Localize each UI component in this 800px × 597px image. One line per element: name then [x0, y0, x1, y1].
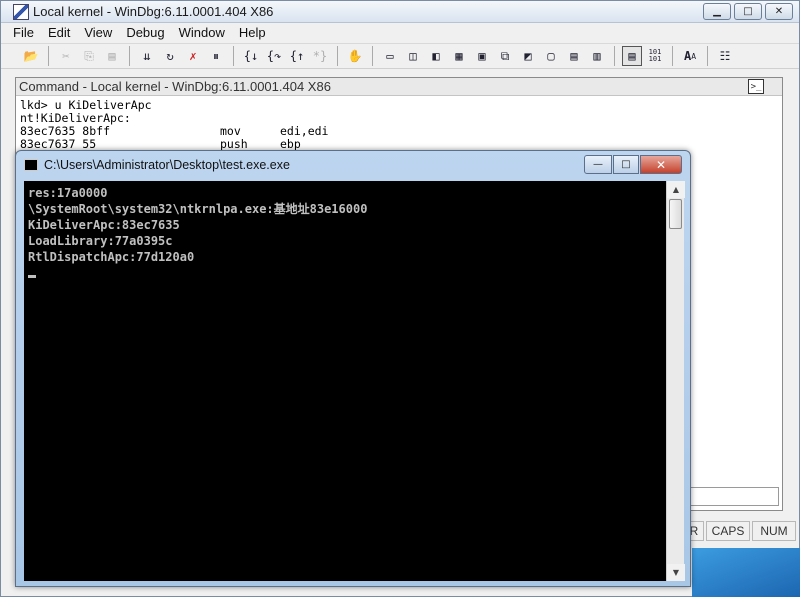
- scroll-down-icon: ▼: [672, 568, 680, 577]
- disassembly-icon[interactable]: ◩: [518, 46, 538, 66]
- hex-icon[interactable]: 101 101: [645, 46, 665, 66]
- scratch-pad-icon[interactable]: ▢: [541, 46, 561, 66]
- console-maximize-button[interactable]: □: [613, 155, 639, 174]
- menu-help[interactable]: Help: [239, 25, 266, 40]
- step-into-icon[interactable]: {↓: [241, 46, 261, 66]
- console-client-area[interactable]: res:17a0000 \SystemRoot\system32\ntkrnlp…: [24, 181, 685, 581]
- command-output-line: lkd> u KiDeliverApc: [20, 98, 152, 112]
- console-app-icon: [24, 159, 38, 171]
- minimize-icon: —: [593, 159, 603, 170]
- console-line: LoadLibrary:77a0395c: [28, 234, 173, 248]
- command-output-line: nt!KiDeliverApc:: [20, 111, 131, 125]
- menu-file[interactable]: File: [13, 25, 34, 40]
- command-icon[interactable]: ▭: [380, 46, 400, 66]
- close-icon: ✕: [655, 157, 667, 172]
- copy-icon[interactable]: ⎘: [79, 46, 99, 66]
- command-window-titlebar[interactable]: Command - Local kernel - WinDbg:6.11.000…: [16, 78, 782, 96]
- maximize-icon: □: [743, 6, 753, 17]
- processes-icon[interactable]: ▤: [564, 46, 584, 66]
- cut-icon[interactable]: ✂: [56, 46, 76, 66]
- locals-icon[interactable]: ◧: [426, 46, 446, 66]
- disasm-row: 83ec7635 8bff mov edi,edi: [20, 125, 778, 138]
- stop-icon[interactable]: ✗: [183, 46, 203, 66]
- memory-icon[interactable]: ▣: [472, 46, 492, 66]
- step-over-icon[interactable]: {↷: [264, 46, 284, 66]
- go-icon[interactable]: ⇊: [137, 46, 157, 66]
- toolbar-separator: [372, 46, 373, 66]
- watch-icon[interactable]: ◫: [403, 46, 423, 66]
- paste-icon[interactable]: ▤: [102, 46, 122, 66]
- windbg-toolbar: 📂 ✂ ⎘ ▤ ⇊ ↻ ✗ ⏸ {↓ {↷ {↑ *} ✋ ▭ ◫ ◧ ▦ ▣ …: [1, 43, 799, 69]
- command-window-title: Command - Local kernel - WinDbg:6.11.000…: [19, 79, 331, 94]
- options-window-icon[interactable]: ▥: [587, 46, 607, 66]
- console-close-button[interactable]: ✕: [640, 155, 682, 174]
- toolbar-separator: [129, 46, 130, 66]
- status-num: NUM: [752, 521, 796, 541]
- toolbar-separator: [707, 46, 708, 66]
- command-output: lkd> u KiDeliverApc nt!KiDeliverApc: 83e…: [16, 96, 782, 154]
- minimize-icon: ▁: [713, 6, 721, 17]
- registers-icon[interactable]: ▦: [449, 46, 469, 66]
- hand-icon[interactable]: ✋: [345, 46, 365, 66]
- status-caps: CAPS: [706, 521, 750, 541]
- windbg-maximize-button[interactable]: □: [734, 3, 762, 20]
- maximize-icon: □: [621, 159, 631, 170]
- toolbar-separator: [672, 46, 673, 66]
- run-to-cursor-icon[interactable]: *}: [310, 46, 330, 66]
- call-stack-icon[interactable]: ⧉: [495, 46, 515, 66]
- windbg-app-icon: [13, 3, 29, 20]
- console-window: C:\Users\Administrator\Desktop\test.exe.…: [15, 150, 691, 587]
- windbg-titlebar[interactable]: Local kernel - WinDbg:6.11.0001.404 X86 …: [1, 1, 799, 23]
- windbg-menubar: File Edit View Debug Window Help: [1, 23, 799, 42]
- windbg-title: Local kernel - WinDbg:6.11.0001.404 X86: [33, 4, 274, 19]
- break-icon[interactable]: ⏸: [206, 46, 226, 66]
- toolbar-separator: [614, 46, 615, 66]
- menu-view[interactable]: View: [84, 25, 112, 40]
- command-prompt-icon[interactable]: >_: [748, 79, 764, 94]
- menu-debug[interactable]: Debug: [126, 25, 164, 40]
- step-out-icon[interactable]: {↑: [287, 46, 307, 66]
- restart-icon[interactable]: ↻: [160, 46, 180, 66]
- console-line: KiDeliverApc:83ec7635: [28, 218, 180, 232]
- toolbar-separator: [48, 46, 49, 66]
- toolbar-separator: [233, 46, 234, 66]
- console-title: C:\Users\Administrator\Desktop\test.exe.…: [44, 158, 290, 172]
- console-line: RtlDispatchApc:77d120a0: [28, 250, 195, 264]
- console-cursor: [28, 275, 36, 278]
- console-minimize-button[interactable]: —: [584, 155, 612, 174]
- close-icon: ✕: [774, 6, 784, 17]
- scroll-up-icon: ▲: [672, 185, 680, 194]
- scroll-down-button[interactable]: ▼: [667, 564, 685, 581]
- console-line: \SystemRoot\system32\ntkrnlpa.exe:基地址83e…: [28, 202, 368, 216]
- font-icon[interactable]: AA: [680, 46, 700, 66]
- source-mode-icon[interactable]: ▤: [622, 46, 642, 66]
- open-icon[interactable]: 📂: [21, 46, 41, 66]
- menu-window[interactable]: Window: [179, 25, 225, 40]
- console-titlebar[interactable]: C:\Users\Administrator\Desktop\test.exe.…: [16, 151, 690, 179]
- options-icon[interactable]: ☷: [715, 46, 735, 66]
- scroll-up-button[interactable]: ▲: [667, 181, 685, 198]
- console-line: res:17a0000: [28, 186, 108, 200]
- toolbar-separator: [337, 46, 338, 66]
- windbg-minimize-button[interactable]: ▁: [703, 3, 731, 20]
- console-vertical-scrollbar[interactable]: ▲ ▼: [666, 181, 685, 581]
- windbg-close-button[interactable]: ✕: [765, 3, 793, 20]
- scroll-thumb[interactable]: [669, 199, 682, 229]
- menu-edit[interactable]: Edit: [48, 25, 70, 40]
- console-output: res:17a0000 \SystemRoot\system32\ntkrnlp…: [26, 183, 664, 579]
- taskbar-corner: [692, 548, 800, 597]
